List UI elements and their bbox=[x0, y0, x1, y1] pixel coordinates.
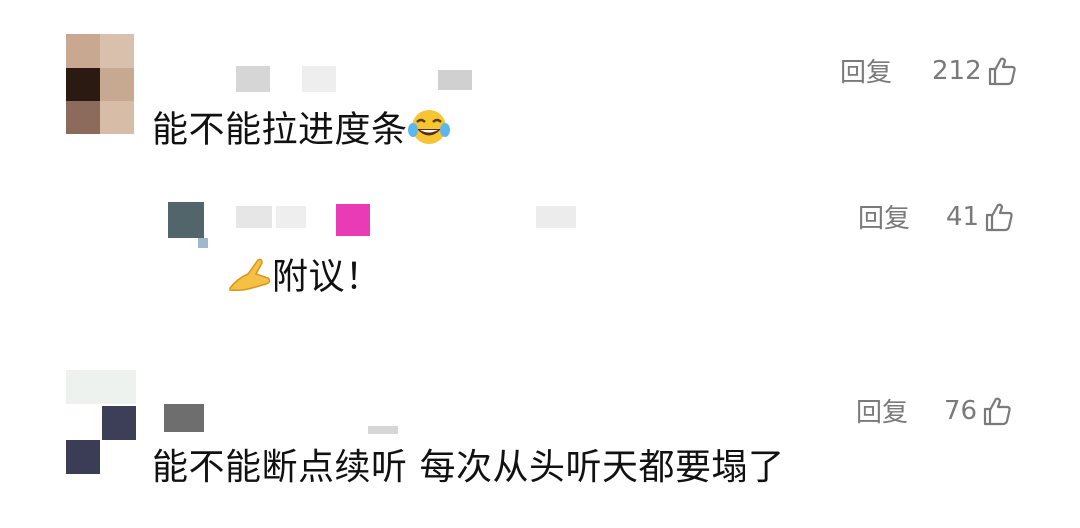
thumbs-up-icon bbox=[984, 397, 1011, 425]
redaction-block bbox=[438, 70, 472, 90]
username-redacted[interactable] bbox=[236, 204, 596, 236]
redaction-block bbox=[236, 66, 270, 92]
comment-2: 能不能断点续听 每次从头听天都要塌了 回复 76 bbox=[0, 360, 1080, 528]
reply-button[interactable]: 回复 bbox=[858, 198, 910, 235]
like-count: 212 bbox=[932, 55, 982, 86]
comment-actions: 回复 41 bbox=[858, 198, 1015, 235]
like-button[interactable]: 76 bbox=[944, 395, 1013, 427]
redaction-block bbox=[536, 206, 576, 228]
avatar[interactable] bbox=[66, 34, 134, 134]
like-count: 41 bbox=[946, 201, 980, 232]
tears-of-joy-emoji-icon bbox=[407, 108, 450, 155]
avatar-pixel bbox=[198, 238, 208, 248]
avatar-pixel bbox=[66, 440, 100, 474]
like-button[interactable]: 41 bbox=[946, 201, 1015, 233]
avatar-pixel bbox=[66, 370, 136, 404]
avatar-pixel bbox=[100, 101, 134, 134]
reply-button[interactable]: 回复 bbox=[856, 392, 908, 429]
avatar[interactable] bbox=[66, 370, 136, 474]
redaction-block bbox=[236, 206, 272, 228]
reply-text: 附议！ bbox=[228, 256, 382, 301]
reply-1: 附议！ 回复 41 bbox=[0, 180, 1080, 330]
redaction-block bbox=[302, 66, 336, 92]
avatar-pixel bbox=[66, 101, 100, 134]
pink-badge-icon bbox=[336, 204, 370, 236]
comment-actions: 回复 212 bbox=[840, 52, 1018, 89]
avatar[interactable] bbox=[164, 202, 210, 250]
reply-button[interactable]: 回复 bbox=[840, 52, 892, 89]
thumbs-up-icon bbox=[988, 57, 1016, 85]
username-redacted[interactable] bbox=[164, 404, 404, 434]
avatar-pixel bbox=[100, 68, 134, 101]
comment-actions: 回复 76 bbox=[856, 392, 1013, 429]
avatar-pixel bbox=[100, 34, 134, 68]
avatar-pixel bbox=[168, 202, 204, 238]
comment-text-content: 能不能断点续听 每次从头听天都要塌了 bbox=[152, 447, 785, 488]
reply-text-content: 附议！ bbox=[272, 256, 382, 298]
avatar-pixel bbox=[66, 34, 100, 68]
like-button[interactable]: 212 bbox=[932, 55, 1018, 87]
avatar-pixel bbox=[102, 406, 136, 440]
thumbs-up-icon bbox=[986, 203, 1013, 231]
redaction-block bbox=[276, 206, 306, 228]
comment-text: 能不能拉进度条 bbox=[152, 108, 450, 155]
comment-text-content: 能不能拉进度条 bbox=[152, 109, 408, 151]
like-count: 76 bbox=[944, 395, 978, 426]
hand-gesture-emoji-icon bbox=[228, 256, 272, 301]
redaction-block bbox=[164, 404, 204, 432]
comment-1: 能不能拉进度条 回复 212 bbox=[0, 0, 1080, 180]
avatar-pixel bbox=[66, 68, 100, 101]
username-redacted[interactable] bbox=[200, 66, 480, 92]
redaction-block bbox=[368, 426, 398, 434]
comment-text: 能不能断点续听 每次从头听天都要塌了 bbox=[152, 448, 784, 488]
